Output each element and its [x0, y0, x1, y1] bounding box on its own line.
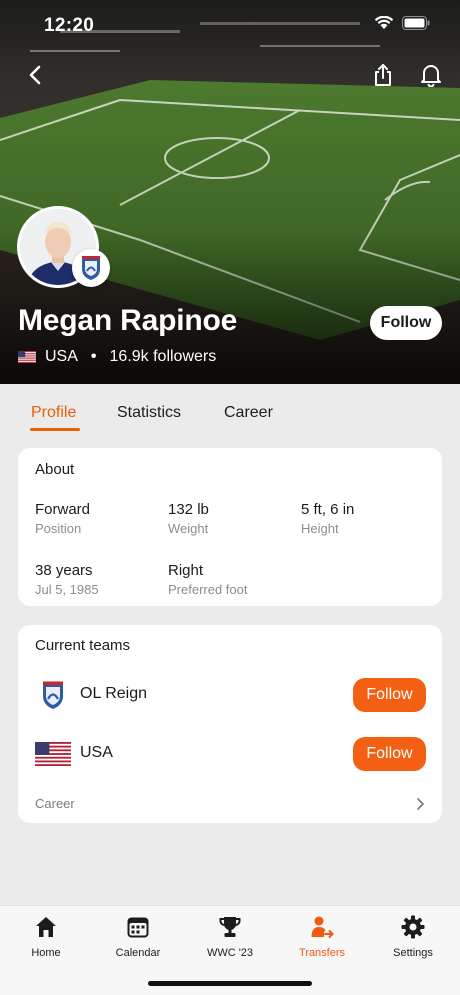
follow-player-button[interactable]: Follow	[370, 306, 442, 340]
bell-icon	[421, 65, 441, 87]
stat-value: Forward	[35, 501, 91, 518]
club-badge	[72, 249, 110, 287]
stat-value: 38 years	[35, 562, 93, 579]
career-link[interactable]: Career	[35, 796, 75, 811]
nav-home[interactable]: Home	[6, 914, 86, 959]
tab-statistics[interactable]: Statistics	[117, 404, 181, 422]
stat-label: Height	[301, 521, 339, 536]
status-icons	[374, 16, 430, 30]
header-banner: 12:20 Megan Rapinoe USA • 16.9k follower…	[0, 0, 460, 384]
nav-label: Settings	[393, 947, 433, 959]
nav-calendar[interactable]: Calendar	[98, 914, 178, 959]
nav-label: Transfers	[298, 947, 346, 959]
nav-settings[interactable]: Settings	[373, 914, 453, 959]
chevron-left-icon	[29, 65, 41, 85]
team-row-usa[interactable]: USA Follow	[18, 732, 442, 776]
stat-value: 5 ft, 6 in	[301, 501, 355, 518]
notifications-button[interactable]	[414, 58, 448, 92]
stat-age: 38 years Jul 5, 1985	[35, 562, 99, 597]
player-name: Megan Rapinoe	[18, 304, 238, 337]
calendar-icon	[125, 914, 151, 940]
status-time: 12:20	[44, 15, 95, 36]
follow-team-button[interactable]: Follow	[353, 678, 426, 712]
stat-position: Forward Position	[35, 501, 90, 536]
share-icon	[375, 64, 391, 86]
back-button[interactable]	[18, 58, 52, 92]
nav-transfers[interactable]: Transfers	[282, 914, 362, 959]
transfers-icon	[309, 914, 335, 940]
share-button[interactable]	[366, 58, 400, 92]
stat-value: 132 lb	[168, 501, 209, 518]
about-card: About Forward Position 132 lb Weight 5 f…	[18, 448, 442, 606]
stat-label: Jul 5, 1985	[35, 582, 99, 597]
usa-flag-icon	[35, 736, 71, 772]
player-meta: USA • 16.9k followers	[18, 348, 216, 366]
active-tab-indicator	[30, 428, 80, 431]
current-teams-title: Current teams	[35, 637, 131, 654]
usa-flag-icon	[18, 351, 36, 363]
profile-tabs: Profile Statistics Career	[0, 384, 460, 434]
settings-icon	[400, 914, 426, 940]
follow-team-button[interactable]: Follow	[353, 737, 426, 771]
stat-label: Preferred foot	[168, 582, 248, 597]
team-name: OL Reign	[80, 685, 147, 702]
team-row-ol-reign[interactable]: OL Reign Follow	[18, 673, 442, 717]
home-icon	[33, 914, 59, 940]
player-country[interactable]: USA	[45, 348, 78, 366]
ol-reign-crest-icon	[82, 256, 100, 280]
battery-icon	[402, 16, 430, 30]
trophy-icon	[217, 914, 243, 940]
current-teams-card: Current teams OL Reign Follow USA Follow…	[18, 625, 442, 823]
tab-career[interactable]: Career	[224, 404, 273, 422]
nav-label: WWC '23	[206, 947, 254, 959]
stat-label: Weight	[168, 521, 209, 536]
tab-profile[interactable]: Profile	[31, 404, 76, 422]
home-indicator[interactable]	[148, 981, 312, 986]
player-followers: 16.9k followers	[109, 348, 217, 365]
stat-label: Position	[35, 521, 82, 536]
wifi-icon	[374, 16, 394, 29]
separator-dot: •	[90, 348, 97, 365]
ol-reign-crest-icon	[35, 677, 71, 713]
stat-height: 5 ft, 6 in Height	[301, 501, 354, 536]
stat-weight: 132 lb Weight	[168, 501, 209, 536]
nav-label: Calendar	[115, 947, 161, 959]
stat-value: Right	[168, 562, 204, 579]
nav-label: Home	[31, 947, 61, 959]
about-title: About	[35, 461, 75, 478]
team-name: USA	[80, 744, 113, 761]
nav-wwc-23[interactable]: WWC '23	[190, 914, 270, 959]
chevron-right-icon[interactable]	[416, 797, 426, 811]
status-bar: 12:20	[0, 0, 460, 52]
stat-preferred-foot: Right Preferred foot	[168, 562, 248, 597]
